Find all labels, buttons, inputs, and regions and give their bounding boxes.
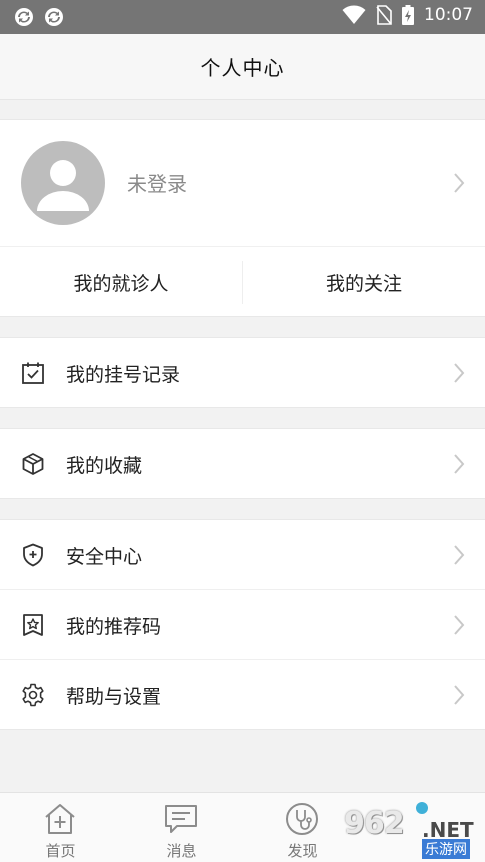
profile-tabs: 我的就诊人 我的关注 [0, 247, 485, 318]
menu-item-referral-code[interactable]: 我的推荐码 [0, 590, 485, 660]
avatar [21, 141, 105, 225]
status-time: 10:07 [424, 5, 473, 25]
chevron-right-icon [454, 363, 465, 383]
chevron-right-icon [454, 454, 465, 474]
status-bar: 10:07 [0, 0, 485, 34]
menu-item-label: 我的推荐码 [66, 616, 162, 638]
box-icon [22, 453, 44, 475]
calendar-check-icon [22, 362, 44, 384]
tab-home[interactable]: 首页 [0, 793, 121, 862]
page-title: 个人中心 [200, 56, 285, 80]
menu-group-appointments: 我的挂号记录 [0, 337, 485, 408]
profile-card: 未登录 我的就诊人 我的关注 [0, 119, 485, 317]
tab-home-label: 首页 [45, 842, 76, 860]
header: 个人中心 [0, 34, 485, 100]
menu-item-security-center[interactable]: 安全中心 [0, 520, 485, 590]
menu-item-help-settings[interactable]: 帮助与设置 [0, 660, 485, 730]
tab-messages[interactable]: 消息 [121, 793, 242, 862]
menu-item-appointment-records[interactable]: 我的挂号记录 [0, 338, 485, 408]
watermark-logo: 962 .NET 乐游网 [344, 802, 484, 860]
sync-icon [15, 8, 33, 26]
menu-item-favorites[interactable]: 我的收藏 [0, 429, 485, 499]
message-icon [165, 805, 197, 833]
chevron-right-icon [454, 173, 465, 193]
chevron-right-icon [454, 615, 465, 635]
profile-login-row[interactable]: 未登录 [0, 120, 485, 247]
chevron-right-icon [454, 685, 465, 705]
watermark-dot [416, 802, 428, 814]
battery-charging-icon [402, 5, 414, 25]
tab-my-patients[interactable]: 我的就诊人 [0, 247, 242, 318]
menu-group-settings: 安全中心 我的推荐码 帮助与设置 [0, 519, 485, 730]
shield-plus-icon [23, 543, 43, 567]
watermark-brand: 962 [344, 806, 405, 841]
tab-messages-label: 消息 [166, 842, 197, 860]
star-badge-icon [23, 614, 43, 636]
menu-item-label: 我的挂号记录 [66, 364, 181, 386]
sync-icon [45, 8, 63, 26]
tab-my-follows[interactable]: 我的关注 [243, 247, 485, 318]
person-icon [37, 160, 89, 211]
menu-item-label: 帮助与设置 [66, 686, 162, 708]
login-status: 未登录 [127, 172, 187, 196]
menu-group-favorites: 我的收藏 [0, 428, 485, 499]
no-sim-icon [376, 5, 392, 25]
menu-item-label: 安全中心 [66, 546, 143, 568]
wifi-icon [342, 5, 366, 24]
stethoscope-icon [286, 803, 318, 835]
watermark-sub: 乐游网 [422, 839, 470, 859]
home-icon [45, 804, 75, 834]
menu-item-label: 我的收藏 [66, 455, 143, 477]
gear-icon [22, 683, 44, 707]
chevron-right-icon [454, 545, 465, 565]
